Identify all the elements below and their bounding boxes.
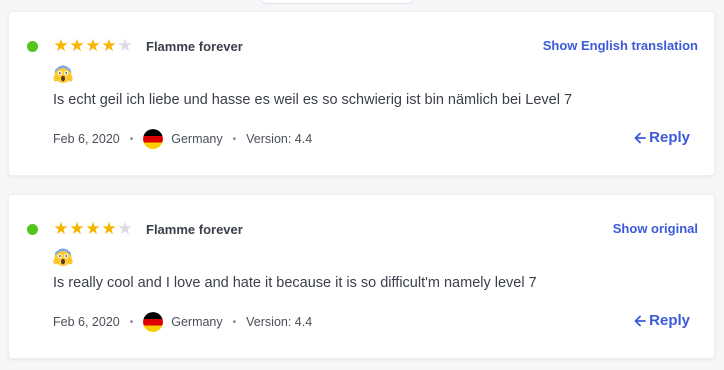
app-version: Version: 4.4 — [246, 315, 313, 329]
star-icon: ★ — [85, 219, 101, 238]
germany-flag-icon — [143, 312, 164, 332]
star-icon: ★ — [117, 36, 133, 55]
star-rating: ★ ★ ★ ★ ★ — [53, 219, 133, 239]
star-icon: ★ — [69, 36, 85, 55]
separator-dot: • — [129, 133, 134, 145]
star-icon: ★ — [101, 219, 117, 238]
germany-flag-icon — [143, 129, 164, 149]
separator-dot: • — [232, 133, 237, 145]
reviewer-name: Flamme forever — [146, 222, 243, 237]
review-text: Is echt geil ich liebe und hasse es weil… — [53, 92, 573, 108]
status-dot — [27, 41, 38, 52]
review-date: Feb 6, 2020 — [53, 132, 120, 146]
app-version: Version: 4.4 — [246, 132, 313, 146]
star-icon: ★ — [69, 219, 85, 238]
review-meta: Feb 6, 2020 • Germany • Version: 4.4 — [53, 129, 312, 149]
star-rating: ★ ★ ★ ★ ★ — [53, 36, 133, 56]
star-icon: ★ — [85, 36, 101, 55]
review-card: ★ ★ ★ ★ ★ Flamme forever Show original I… — [8, 194, 715, 359]
reply-button[interactable]: Reply — [634, 312, 690, 329]
star-icon: ★ — [53, 219, 69, 238]
review-country: Germany — [171, 315, 223, 329]
show-original-link[interactable]: Show original — [613, 221, 698, 236]
review-card: ★ ★ ★ ★ ★ Flamme forever Show English tr… — [8, 11, 715, 176]
face-screaming-in-fear-icon — [53, 65, 73, 83]
top-tab-edge — [260, 0, 414, 4]
review-country: Germany — [171, 132, 223, 146]
separator-dot: • — [232, 316, 237, 328]
reply-label: Reply — [649, 312, 690, 329]
reviewer-name: Flamme forever — [146, 39, 243, 54]
star-icon: ★ — [117, 219, 133, 238]
reply-button[interactable]: Reply — [634, 129, 690, 146]
star-icon: ★ — [53, 36, 69, 55]
status-dot — [27, 224, 38, 235]
separator-dot: • — [129, 316, 134, 328]
star-icon: ★ — [101, 36, 117, 55]
show-translation-link[interactable]: Show English translation — [543, 38, 698, 53]
review-meta: Feb 6, 2020 • Germany • Version: 4.4 — [53, 312, 312, 332]
reply-label: Reply — [649, 129, 690, 146]
face-screaming-in-fear-icon — [53, 248, 73, 266]
arrow-left-icon — [634, 315, 647, 326]
review-date: Feb 6, 2020 — [53, 315, 120, 329]
arrow-left-icon — [634, 132, 647, 143]
review-text: Is really cool and I love and hate it be… — [53, 275, 537, 291]
